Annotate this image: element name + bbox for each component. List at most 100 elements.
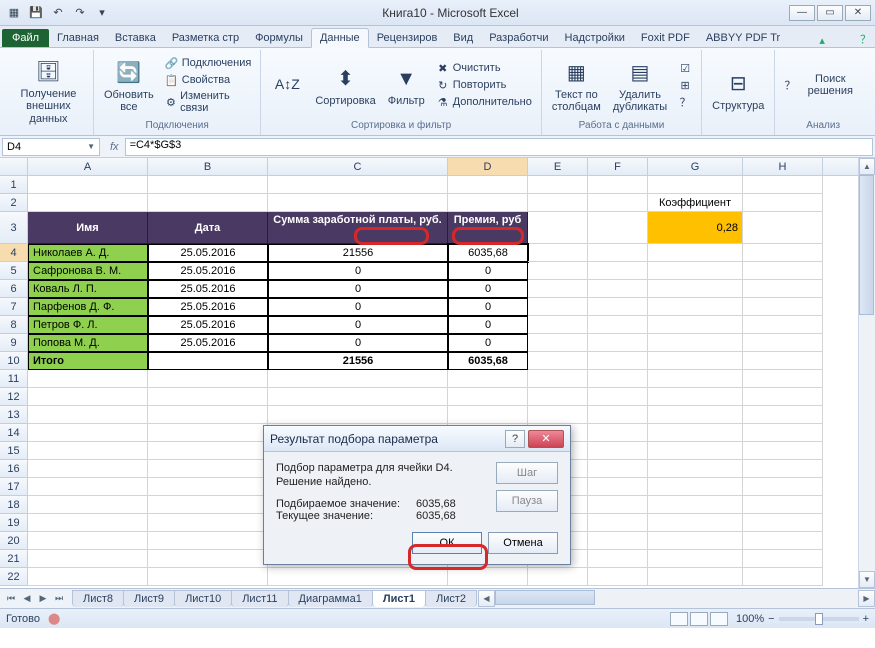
row-header-18[interactable]: 18 [0, 496, 28, 514]
bonus-cell[interactable]: 0 [448, 280, 528, 298]
data-validation-button[interactable]: ☑ [675, 60, 695, 76]
row-header-22[interactable]: 22 [0, 568, 28, 586]
name-cell[interactable]: Коваль Л. П. [28, 280, 148, 298]
row-header-11[interactable]: 11 [0, 370, 28, 388]
scroll-up-icon[interactable]: ▲ [859, 158, 875, 175]
sheet-tab[interactable]: Диаграмма1 [288, 590, 373, 607]
total-name-cell[interactable]: Итого [28, 352, 148, 370]
file-tab[interactable]: Файл [2, 29, 49, 47]
zoom-value[interactable]: 100% [736, 613, 764, 625]
tab-formulas[interactable]: Формулы [247, 29, 311, 47]
row-header-16[interactable]: 16 [0, 460, 28, 478]
ribbon-minimize-icon[interactable]: ▴ [819, 34, 825, 47]
row-header-2[interactable]: 2 [0, 194, 28, 212]
row-header-19[interactable]: 19 [0, 514, 28, 532]
date-cell[interactable]: 25.05.2016 [148, 280, 268, 298]
total-bonus-cell[interactable]: 6035,68 [448, 352, 528, 370]
row-header-15[interactable]: 15 [0, 442, 28, 460]
bonus-cell[interactable]: 0 [448, 334, 528, 352]
excel-icon[interactable]: ▦ [4, 3, 24, 23]
bonus-cell[interactable]: 0 [448, 298, 528, 316]
date-cell[interactable]: 25.05.2016 [148, 244, 268, 262]
name-box[interactable]: D4 ▼ [2, 138, 100, 156]
help-icon[interactable]: ？ [860, 31, 871, 47]
restore-button[interactable]: ▭ [817, 5, 843, 21]
row-header-9[interactable]: 9 [0, 334, 28, 352]
fx-icon[interactable]: fx [110, 141, 119, 153]
tab-abbyy[interactable]: ABBYY PDF Tr [698, 29, 788, 47]
sheet-first-icon[interactable]: ⏮ [4, 592, 18, 606]
name-cell[interactable]: Парфенов Д. Ф. [28, 298, 148, 316]
tab-developer[interactable]: Разработчи [481, 29, 556, 47]
close-button[interactable]: ✕ [845, 5, 871, 21]
bonus-cell[interactable]: 6035,68 [448, 244, 528, 262]
date-cell[interactable]: 25.05.2016 [148, 262, 268, 280]
tab-insert[interactable]: Вставка [107, 29, 164, 47]
tab-review[interactable]: Рецензиров [369, 29, 446, 47]
bonus-cell[interactable]: 0 [448, 316, 528, 334]
sheet-tab[interactable]: Лист2 [425, 590, 477, 607]
hscroll-thumb[interactable] [495, 590, 595, 605]
dialog-close-icon[interactable]: ✕ [528, 430, 564, 448]
salary-cell[interactable]: 0 [268, 316, 448, 334]
date-cell[interactable]: 25.05.2016 [148, 298, 268, 316]
consolidate-button[interactable]: ⊞ [675, 77, 695, 93]
row-header-8[interactable]: 8 [0, 316, 28, 334]
remove-duplicates-button[interactable]: ▤ Удалить дубликаты [609, 55, 671, 115]
col-header-a[interactable]: A [28, 158, 148, 175]
bonus-cell[interactable]: 0 [448, 262, 528, 280]
name-cell[interactable]: Николаев А. Д. [28, 244, 148, 262]
macro-record-icon[interactable]: ⬤ [48, 612, 60, 625]
advanced-button[interactable]: ⚗Дополнительно [433, 94, 535, 110]
sort-button[interactable]: ⬍ Сортировка [311, 61, 379, 109]
page-layout-button[interactable] [690, 612, 708, 626]
sheet-tab[interactable]: Лист11 [231, 590, 288, 607]
text-to-columns-button[interactable]: ▦ Текст по столбцам [548, 55, 605, 115]
outline-button[interactable]: ⊟ Структура [708, 66, 768, 114]
date-cell[interactable]: 25.05.2016 [148, 334, 268, 352]
row-header-20[interactable]: 20 [0, 532, 28, 550]
total-salary-cell[interactable]: 21556 [268, 352, 448, 370]
row-header-3[interactable]: 3 [0, 212, 28, 244]
qat-dropdown-icon[interactable]: ▾ [92, 3, 112, 23]
row-header-13[interactable]: 13 [0, 406, 28, 424]
row-header-10[interactable]: 10 [0, 352, 28, 370]
row-header-17[interactable]: 17 [0, 478, 28, 496]
sheet-tab[interactable]: Лист8 [72, 590, 124, 607]
header-name[interactable]: Имя [28, 212, 148, 244]
scroll-left-icon[interactable]: ◀ [478, 590, 495, 607]
row-header-12[interactable]: 12 [0, 388, 28, 406]
header-bonus[interactable]: Премия, руб [448, 212, 528, 244]
header-date[interactable]: Дата [148, 212, 268, 244]
dialog-titlebar[interactable]: Результат подбора параметра ? ✕ [264, 426, 570, 452]
row-header-1[interactable]: 1 [0, 176, 28, 194]
sheet-prev-icon[interactable]: ◀ [20, 592, 34, 606]
properties-button[interactable]: 📋Свойства [162, 72, 255, 88]
filter-button[interactable]: ▼ Фильтр [384, 61, 429, 109]
name-box-dropdown-icon[interactable]: ▼ [87, 142, 95, 151]
ok-button[interactable]: ОК [412, 532, 482, 554]
tab-home[interactable]: Главная [49, 29, 107, 47]
col-header-g[interactable]: G [648, 158, 743, 175]
zoom-in-button[interactable]: + [863, 613, 869, 625]
sheet-tab[interactable]: Лист10 [174, 590, 232, 607]
header-salary[interactable]: Сумма заработной платы, руб. [268, 212, 448, 244]
salary-cell[interactable]: 0 [268, 280, 448, 298]
name-cell[interactable]: Попова М. Д. [28, 334, 148, 352]
row-header-21[interactable]: 21 [0, 550, 28, 568]
sort-az-button[interactable]: A↕Z [267, 67, 307, 103]
date-cell[interactable]: 25.05.2016 [148, 316, 268, 334]
zoom-slider[interactable] [779, 617, 859, 621]
refresh-all-button[interactable]: 🔄 Обновить все [100, 55, 158, 115]
zoom-out-button[interactable]: − [768, 613, 774, 625]
tab-view[interactable]: Вид [445, 29, 481, 47]
row-header-4[interactable]: 4 [0, 244, 28, 262]
dialog-help-icon[interactable]: ? [505, 430, 525, 448]
name-cell[interactable]: Петров Ф. Л. [28, 316, 148, 334]
edit-links-button[interactable]: ⚙Изменить связи [162, 89, 255, 115]
salary-cell[interactable]: 0 [268, 262, 448, 280]
tab-layout[interactable]: Разметка стр [164, 29, 247, 47]
row-header-6[interactable]: 6 [0, 280, 28, 298]
external-data-button[interactable]: 🗄 Получение внешних данных [10, 54, 87, 126]
col-header-c[interactable]: C [268, 158, 448, 175]
